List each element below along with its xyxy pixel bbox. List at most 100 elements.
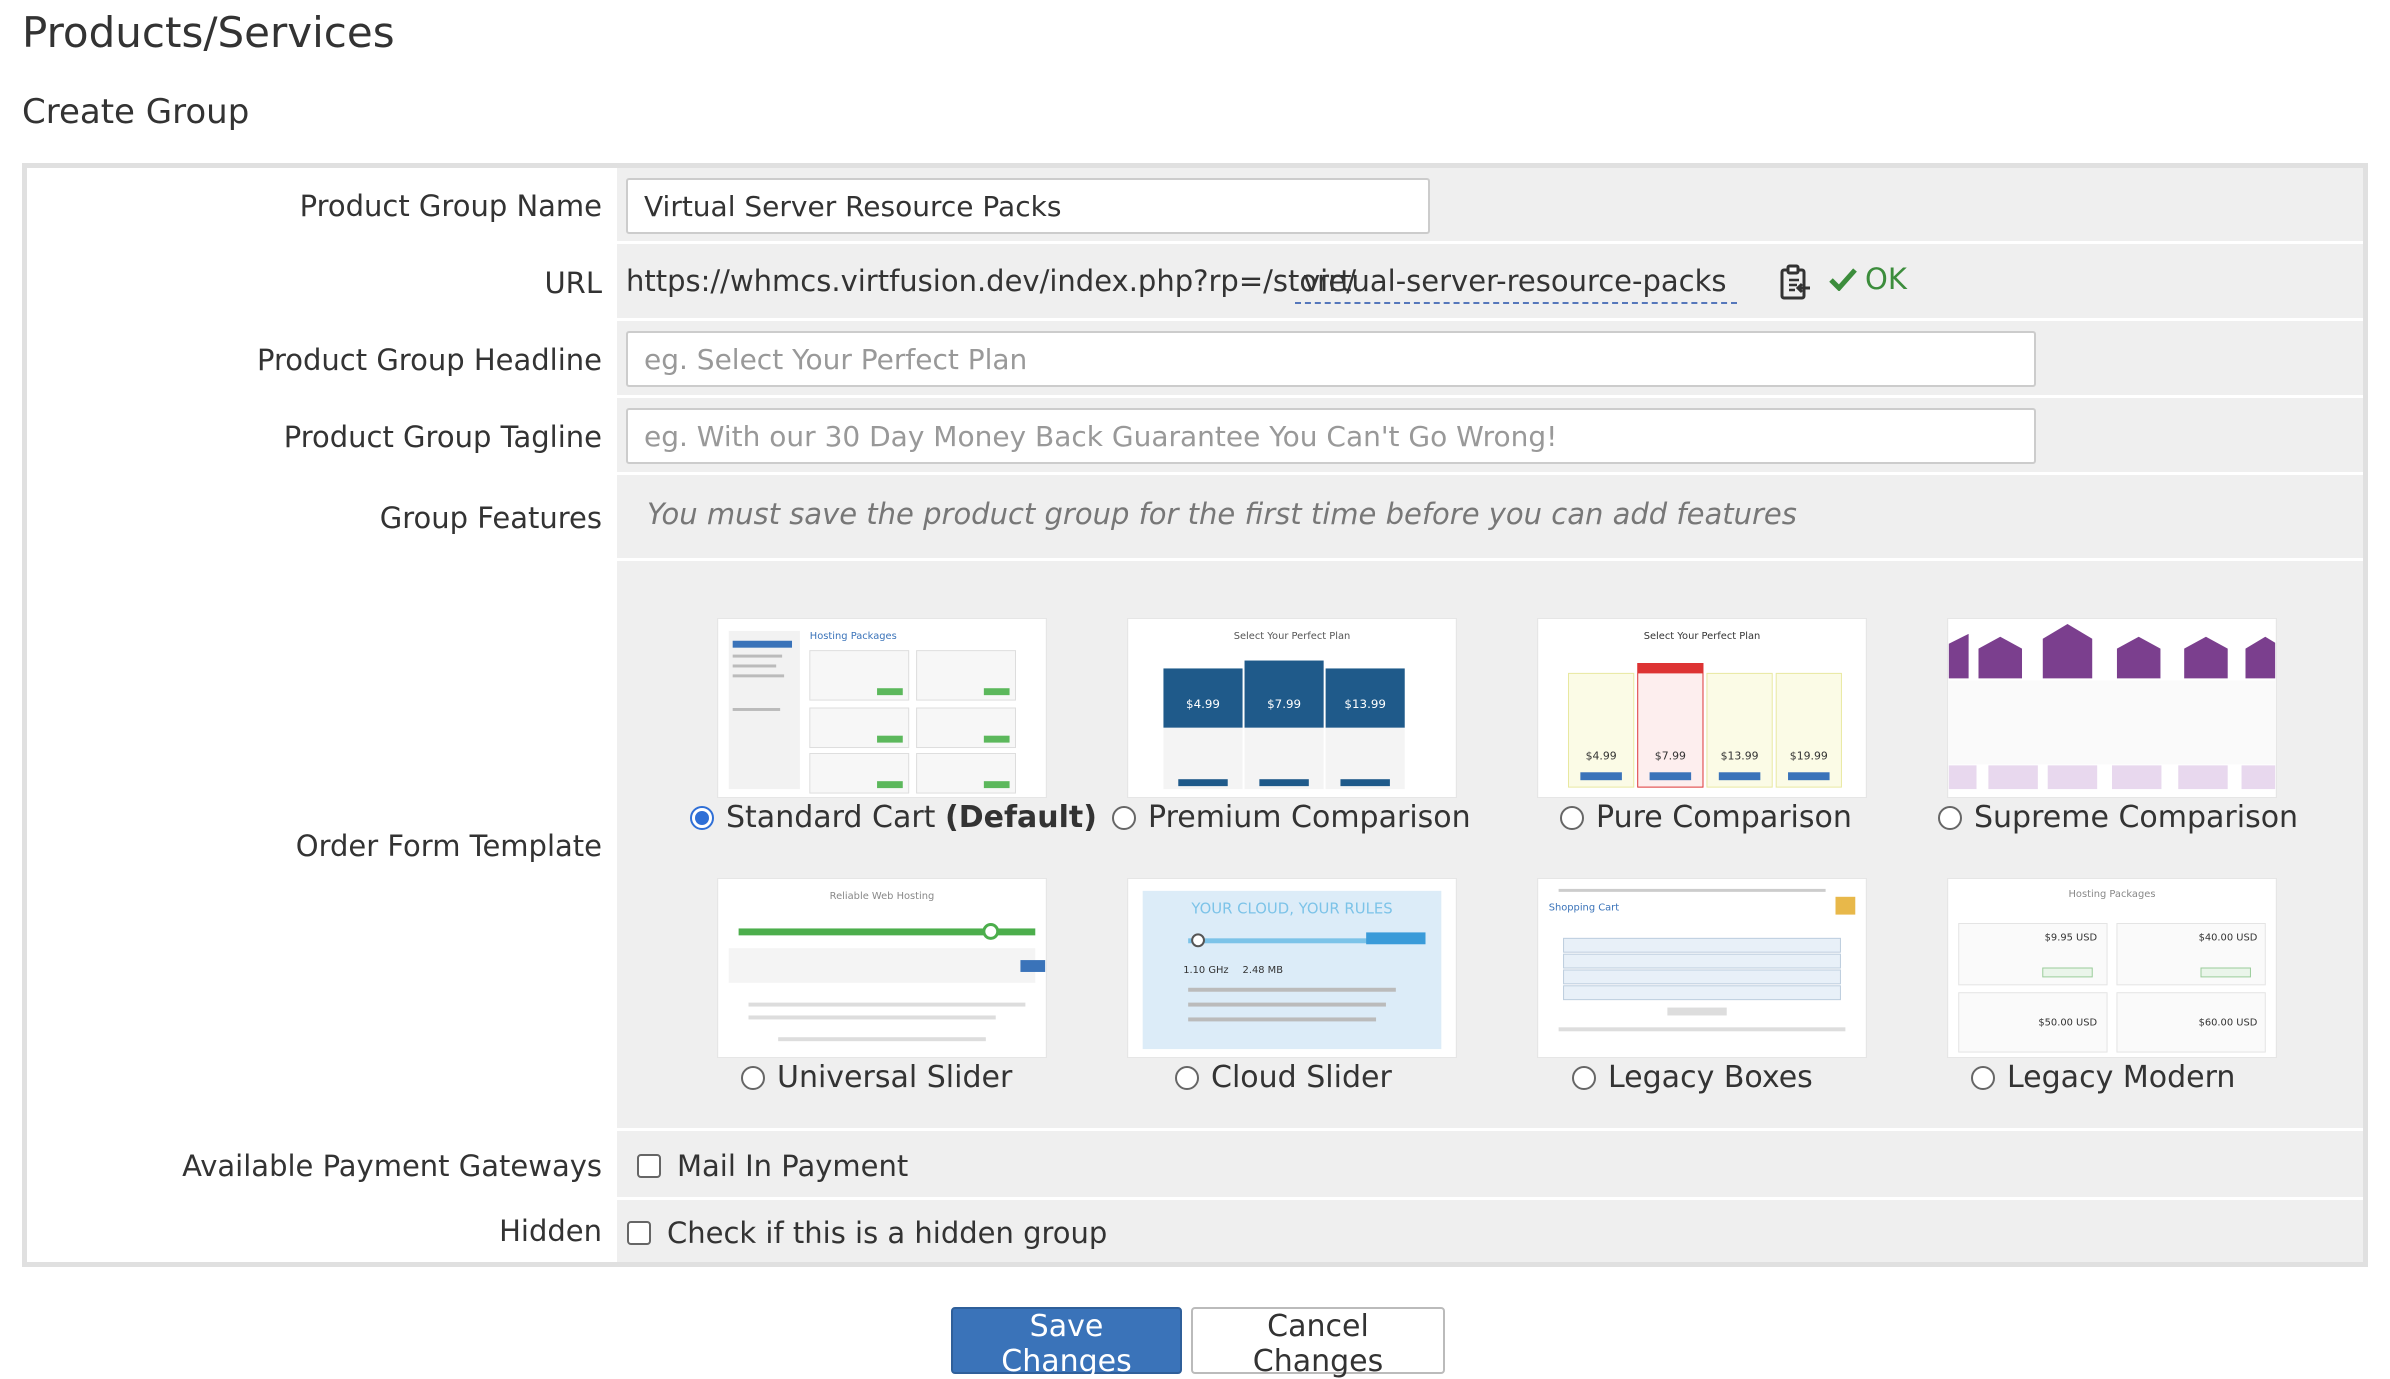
url-status-text: OK	[1865, 262, 1907, 296]
row-features: Group Features You must save the product…	[27, 475, 2363, 561]
template-radio-premium-comparison[interactable]	[1112, 805, 1136, 830]
template-universal-slider[interactable]: Reliable Web Hosting Universal Slider	[717, 878, 1047, 1095]
legacy-boxes-thumbnail[interactable]: Shopping Cart	[1537, 878, 1867, 1058]
row-headline: Product Group Headline	[27, 321, 2363, 398]
gateway-option-mail-in[interactable]: Mail In Payment	[637, 1149, 908, 1183]
headline-input[interactable]	[626, 331, 2036, 387]
group-name-input[interactable]	[626, 178, 1430, 234]
template-legacy-modern-option[interactable]: Legacy Modern	[1971, 1060, 2235, 1095]
hidden-label: Hidden	[27, 1200, 617, 1262]
svg-text:$4.99: $4.99	[1586, 749, 1617, 762]
template-supreme-comparison-option[interactable]: Supreme Comparison	[1938, 800, 2298, 835]
template-supreme-comparison[interactable]: Supreme Comparison	[1938, 618, 2298, 835]
template-standard-cart[interactable]: Hosting Packages Standard Cart (Default)	[690, 618, 1097, 835]
svg-text:$9.95 USD: $9.95 USD	[2045, 932, 2098, 943]
cloud-slider-thumbnail[interactable]: YOUR CLOUD, YOUR RULES 1.10 GHz 2.48 MB	[1127, 878, 1457, 1058]
url-label: URL	[27, 244, 617, 321]
row-group-name: Product Group Name	[27, 168, 2363, 244]
row-url: URL https://whmcs.virtfusion.dev/index.p…	[27, 244, 2363, 321]
template-standard-cart-label: Standard Cart (Default)	[726, 800, 1097, 835]
group-name-label: Product Group Name	[27, 168, 617, 244]
template-radio-cloud-slider[interactable]	[1175, 1065, 1199, 1090]
template-radio-legacy-modern[interactable]	[1971, 1065, 1995, 1090]
template-universal-slider-label: Universal Slider	[777, 1060, 1013, 1095]
template-radio-supreme-comparison[interactable]	[1938, 805, 1962, 830]
features-note: You must save the product group for the …	[647, 497, 1797, 531]
svg-text:YOUR CLOUD, YOUR RULES: YOUR CLOUD, YOUR RULES	[1190, 901, 1392, 918]
template-legacy-modern-label: Legacy Modern	[2007, 1060, 2236, 1095]
url-slug-editable[interactable]: virtual-server-resource-packs	[1295, 264, 1737, 304]
svg-text:Hosting Packages: Hosting Packages	[2069, 889, 2156, 900]
standard-cart-thumbnail[interactable]: Hosting Packages	[717, 618, 1047, 798]
template-pure-comparison[interactable]: Select Your Perfect Plan $4.99 $7.99 $13…	[1537, 618, 1867, 835]
svg-text:$60.00 USD: $60.00 USD	[2199, 1017, 2258, 1028]
template-pure-comparison-option[interactable]: Pure Comparison	[1560, 800, 1852, 835]
url-prefix: https://whmcs.virtfusion.dev/index.php?r…	[626, 264, 1357, 298]
template-legacy-boxes-label: Legacy Boxes	[1608, 1060, 1813, 1095]
svg-text:$7.99: $7.99	[1267, 697, 1301, 711]
check-icon	[1829, 268, 1857, 291]
template-radio-pure-comparison[interactable]	[1560, 805, 1584, 830]
hidden-cell: Check if this is a hidden group	[617, 1200, 2363, 1262]
features-label: Group Features	[27, 475, 617, 561]
template-universal-slider-option[interactable]: Universal Slider	[741, 1060, 1012, 1095]
create-group-form: Product Group Name URL https://whmcs.vir…	[22, 163, 2368, 1267]
row-hidden: Hidden Check if this is a hidden group	[27, 1200, 2363, 1262]
group-name-cell	[617, 168, 2363, 244]
svg-text:$13.99: $13.99	[1344, 697, 1386, 711]
cancel-changes-button[interactable]: Cancel Changes	[1191, 1307, 1445, 1379]
row-payment-gateways: Available Payment Gateways Mail In Payme…	[27, 1131, 2363, 1200]
template-standard-cart-option[interactable]: Standard Cart (Default)	[690, 800, 1097, 835]
template-supreme-comparison-label: Supreme Comparison	[1974, 800, 2299, 835]
template-radio-standard-cart[interactable]	[690, 805, 714, 830]
gateways-cell: Mail In Payment	[617, 1131, 2363, 1200]
svg-text:Select Your Perfect Plan: Select Your Perfect Plan	[1234, 631, 1351, 642]
gateway-label-mail-in: Mail In Payment	[677, 1149, 909, 1183]
template-premium-comparison[interactable]: Select Your Perfect Plan $4.99 $7.99 $13…	[1112, 618, 1471, 835]
template-cloud-slider[interactable]: YOUR CLOUD, YOUR RULES 1.10 GHz 2.48 MB …	[1127, 878, 1457, 1095]
svg-text:$7.99: $7.99	[1655, 749, 1686, 762]
template-radio-universal-slider[interactable]	[741, 1065, 765, 1090]
save-changes-button[interactable]: Save Changes	[951, 1307, 1182, 1379]
template-legacy-boxes-option[interactable]: Legacy Boxes	[1572, 1060, 1813, 1095]
headline-label: Product Group Headline	[27, 321, 617, 398]
svg-text:$4.99: $4.99	[1186, 697, 1220, 711]
tagline-input[interactable]	[626, 408, 2036, 464]
tagline-cell	[617, 398, 2363, 475]
page-title: Products/Services	[22, 8, 395, 57]
svg-text:$13.99: $13.99	[1721, 749, 1759, 762]
headline-cell	[617, 321, 2363, 398]
url-cell: https://whmcs.virtfusion.dev/index.php?r…	[617, 244, 2363, 321]
template-legacy-boxes[interactable]: Shopping Cart Legacy Boxes	[1537, 878, 1867, 1095]
hidden-checkbox[interactable]	[627, 1221, 651, 1245]
svg-text:$19.99: $19.99	[1790, 749, 1828, 762]
pure-comparison-thumbnail[interactable]: Select Your Perfect Plan $4.99 $7.99 $13…	[1537, 618, 1867, 798]
svg-text:Select Your Perfect Plan: Select Your Perfect Plan	[1644, 631, 1761, 642]
template-radio-legacy-boxes[interactable]	[1572, 1065, 1596, 1090]
legacy-modern-thumbnail[interactable]: Hosting Packages $9.95 USD $40.00 USD $5…	[1947, 878, 2277, 1058]
order-form-label: Order Form Template	[27, 561, 617, 1131]
order-form-cell: Hosting Packages Standard Cart (Default)	[617, 561, 2363, 1131]
gateways-label: Available Payment Gateways	[27, 1131, 617, 1200]
features-cell: You must save the product group for the …	[617, 475, 2363, 561]
template-legacy-modern[interactable]: Hosting Packages $9.95 USD $40.00 USD $5…	[1947, 878, 2277, 1095]
svg-text:2.48 MB: 2.48 MB	[1243, 965, 1284, 976]
template-premium-comparison-option[interactable]: Premium Comparison	[1112, 800, 1471, 835]
svg-text:$50.00 USD: $50.00 USD	[2038, 1017, 2097, 1028]
hidden-option[interactable]: Check if this is a hidden group	[627, 1216, 1107, 1250]
universal-slider-thumbnail[interactable]: Reliable Web Hosting	[717, 878, 1047, 1058]
supreme-comparison-thumbnail[interactable]	[1947, 618, 2277, 798]
hidden-checkbox-label: Check if this is a hidden group	[667, 1216, 1108, 1250]
template-pure-comparison-label: Pure Comparison	[1596, 800, 1852, 835]
row-tagline: Product Group Tagline	[27, 398, 2363, 475]
gateway-checkbox-mail-in[interactable]	[637, 1154, 661, 1178]
template-premium-comparison-label: Premium Comparison	[1148, 800, 1471, 835]
svg-text:$40.00 USD: $40.00 USD	[2199, 932, 2258, 943]
row-order-form: Order Form Template Hosting Packages Sta…	[27, 561, 2363, 1131]
premium-comparison-thumbnail[interactable]: Select Your Perfect Plan $4.99 $7.99 $13…	[1127, 618, 1457, 798]
svg-text:1.10 GHz: 1.10 GHz	[1183, 965, 1228, 976]
template-cloud-slider-option[interactable]: Cloud Slider	[1175, 1060, 1392, 1095]
clipboard-icon[interactable]	[1777, 264, 1813, 302]
section-subtitle: Create Group	[22, 92, 250, 132]
svg-text:Reliable Web Hosting: Reliable Web Hosting	[830, 891, 935, 902]
